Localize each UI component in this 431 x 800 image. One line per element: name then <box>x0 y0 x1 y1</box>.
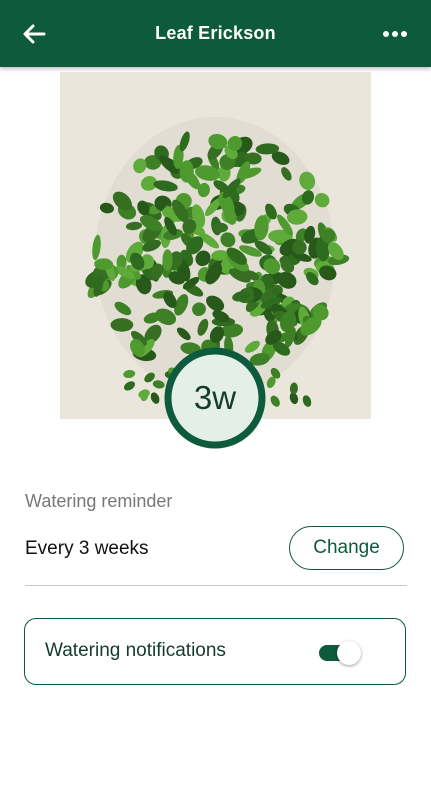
leaf <box>213 222 228 233</box>
leaf <box>110 318 134 332</box>
more-options-icon[interactable] <box>379 22 411 46</box>
change-button[interactable]: Change <box>289 526 404 570</box>
toggle-thumb <box>337 641 361 665</box>
notifications-toggle[interactable] <box>317 640 363 666</box>
leaf <box>162 249 173 271</box>
app-bar: Leaf Erickson <box>0 0 431 67</box>
interval-badge: 3w <box>193 379 237 416</box>
divider <box>25 585 407 586</box>
notifications-label: Watering notifications <box>45 640 226 661</box>
watering-reminder-label: Watering reminder <box>25 491 173 511</box>
watering-frequency: Every 3 weeks <box>25 538 149 559</box>
watering-notifications-card: Watering notifications <box>24 618 406 685</box>
page-title: Leaf Erickson <box>155 23 276 43</box>
